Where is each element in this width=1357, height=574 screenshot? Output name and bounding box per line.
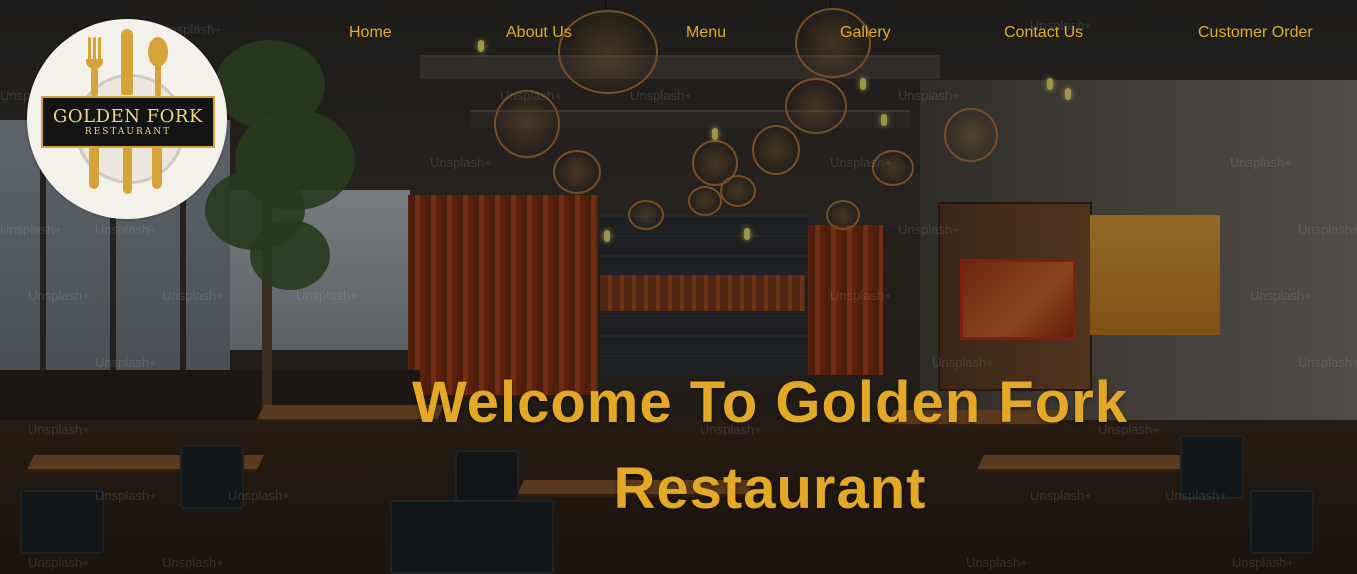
logo-brand-name: GOLDEN FORK bbox=[53, 105, 203, 127]
nav-contact-link[interactable]: Contact Us bbox=[1004, 22, 1083, 44]
hero-headline: Welcome To Golden Fork Restaurant bbox=[300, 360, 1240, 532]
nav-home-link[interactable]: Home bbox=[349, 22, 392, 44]
nav-gallery-link[interactable]: Gallery bbox=[840, 22, 891, 44]
nav-menu-link[interactable]: Menu bbox=[686, 22, 726, 44]
main-navigation: Home About Us Menu Gallery Contact Us Cu… bbox=[0, 22, 1357, 46]
nav-customer-order-link[interactable]: Customer Order bbox=[1198, 22, 1313, 44]
restaurant-logo[interactable]: GOLDEN FORK RESTAURANT bbox=[27, 19, 227, 219]
hero-headline-line1: Welcome To Golden Fork bbox=[412, 370, 1128, 435]
hero-section: Unsplash+ Unsplash+ Unsplash+ Unsplash+ … bbox=[0, 0, 1357, 574]
logo-banner: GOLDEN FORK RESTAURANT bbox=[41, 96, 215, 148]
logo-brand-tagline: RESTAURANT bbox=[84, 126, 172, 137]
hero-headline-line2: Restaurant bbox=[613, 456, 927, 521]
nav-about-link[interactable]: About Us bbox=[506, 22, 572, 44]
